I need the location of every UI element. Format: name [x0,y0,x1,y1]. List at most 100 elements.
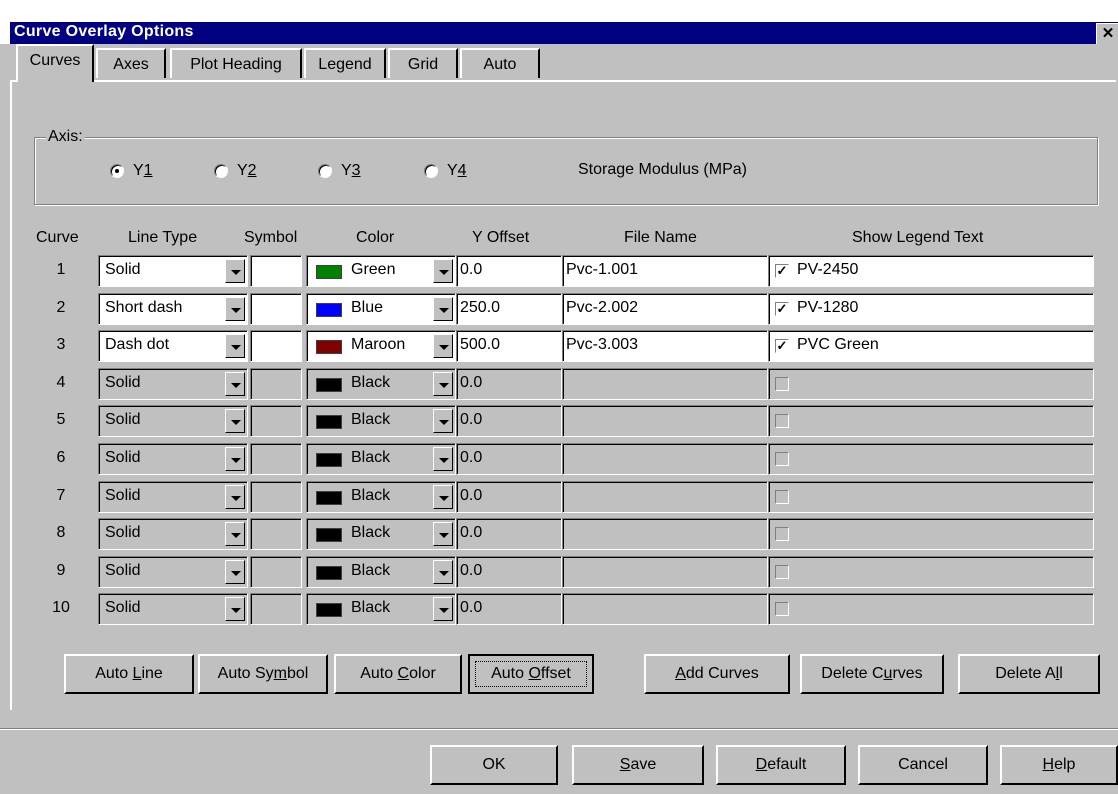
dropdown-arrow-icon[interactable] [433,334,453,358]
tab-grid[interactable]: Grid [388,48,458,78]
dropdown-arrow-icon[interactable] [225,447,245,471]
symbol-field[interactable] [250,405,302,437]
symbol-field[interactable] [250,556,302,588]
auto-symbol-button[interactable]: Auto Symbol [198,654,328,694]
line-type-dropdown[interactable]: Dash dot [98,330,248,362]
dropdown-arrow-icon[interactable] [433,372,453,396]
file-name-input[interactable] [562,518,768,550]
y-offset-input[interactable]: 0.0 [456,556,562,588]
dropdown-arrow-icon[interactable] [433,485,453,509]
radio-y3[interactable]: Y3 [318,162,361,180]
dropdown-arrow-icon[interactable] [225,297,245,321]
legend-text-field[interactable] [768,443,1094,475]
tab-curves[interactable]: Curves [16,44,94,82]
auto-line-button[interactable]: Auto Line [64,654,194,694]
symbol-field[interactable] [250,293,302,325]
legend-checkbox[interactable] [775,565,789,579]
legend-checkbox[interactable] [775,414,789,428]
color-dropdown[interactable]: Black [306,481,456,513]
ok-button[interactable]: OK [430,745,558,785]
legend-text-field[interactable]: ✓ PVC Green [768,330,1094,362]
color-dropdown[interactable]: Green [306,255,456,287]
dropdown-arrow-icon[interactable] [225,485,245,509]
legend-text-field[interactable] [768,556,1094,588]
tab-auto[interactable]: Auto [460,48,540,78]
line-type-dropdown[interactable]: Solid [98,518,248,550]
line-type-dropdown[interactable]: Solid [98,481,248,513]
y-offset-input[interactable]: 500.0 [456,330,562,362]
line-type-dropdown[interactable]: Short dash [98,293,248,325]
legend-checkbox[interactable] [775,602,789,616]
y-offset-input[interactable]: 250.0 [456,293,562,325]
symbol-field[interactable] [250,368,302,400]
radio-y2[interactable]: Y2 [214,162,257,180]
line-type-dropdown[interactable]: Solid [98,443,248,475]
dropdown-arrow-icon[interactable] [433,560,453,584]
legend-text-field[interactable] [768,481,1094,513]
legend-checkbox[interactable]: ✓ [775,339,789,353]
y-offset-input[interactable]: 0.0 [456,518,562,550]
legend-text-field[interactable]: ✓ PV-2450 [768,255,1094,287]
color-dropdown[interactable]: Black [306,556,456,588]
legend-text-field[interactable]: ✓ PV-1280 [768,293,1094,325]
file-name-input[interactable]: Pvc-2.002 [562,293,768,325]
auto-color-button[interactable]: Auto Color [334,654,462,694]
tab-axes[interactable]: Axes [96,48,166,78]
help-button[interactable]: Help [1000,745,1118,785]
y-offset-input[interactable]: 0.0 [456,443,562,475]
dropdown-arrow-icon[interactable] [433,597,453,621]
y-offset-input[interactable]: 0.0 [456,255,562,287]
tab-plot-heading[interactable]: Plot Heading [170,48,302,78]
line-type-dropdown[interactable]: Solid [98,593,248,625]
color-dropdown[interactable]: Blue [306,293,456,325]
file-name-input[interactable] [562,368,768,400]
file-name-input[interactable]: Pvc-3.003 [562,330,768,362]
delete-curves-button[interactable]: Delete Curves [800,654,944,694]
symbol-field[interactable] [250,255,302,287]
dropdown-arrow-icon[interactable] [433,522,453,546]
color-dropdown[interactable]: Black [306,405,456,437]
line-type-dropdown[interactable]: Solid [98,405,248,437]
color-dropdown[interactable]: Maroon [306,330,456,362]
dropdown-arrow-icon[interactable] [225,259,245,283]
dropdown-arrow-icon[interactable] [433,447,453,471]
legend-checkbox[interactable] [775,527,789,541]
radio-y4[interactable]: Y4 [424,162,467,180]
dropdown-arrow-icon[interactable] [433,259,453,283]
color-dropdown[interactable]: Black [306,368,456,400]
tab-legend[interactable]: Legend [304,48,386,78]
dropdown-arrow-icon[interactable] [225,522,245,546]
file-name-input[interactable] [562,405,768,437]
file-name-input[interactable] [562,481,768,513]
cancel-button[interactable]: Cancel [858,745,988,785]
symbol-field[interactable] [250,481,302,513]
dropdown-arrow-icon[interactable] [433,297,453,321]
auto-offset-button[interactable]: Auto Offset [468,654,594,694]
line-type-dropdown[interactable]: Solid [98,255,248,287]
close-button[interactable]: ✕ [1096,23,1118,44]
symbol-field[interactable] [250,518,302,550]
dropdown-arrow-icon[interactable] [225,372,245,396]
delete-all-button[interactable]: Delete All [958,654,1100,694]
file-name-input[interactable] [562,443,768,475]
color-dropdown[interactable]: Black [306,443,456,475]
legend-text-field[interactable] [768,368,1094,400]
dropdown-arrow-icon[interactable] [225,560,245,584]
line-type-dropdown[interactable]: Solid [98,368,248,400]
y-offset-input[interactable]: 0.0 [456,405,562,437]
color-dropdown[interactable]: Black [306,593,456,625]
symbol-field[interactable] [250,593,302,625]
dropdown-arrow-icon[interactable] [433,409,453,433]
y-offset-input[interactable]: 0.0 [456,593,562,625]
symbol-field[interactable] [250,443,302,475]
legend-text-field[interactable] [768,593,1094,625]
dropdown-arrow-icon[interactable] [225,409,245,433]
dropdown-arrow-icon[interactable] [225,334,245,358]
legend-text-field[interactable] [768,405,1094,437]
save-button[interactable]: Save [572,745,704,785]
default-button[interactable]: Default [716,745,846,785]
add-curves-button[interactable]: Add Curves [644,654,790,694]
legend-checkbox[interactable] [775,452,789,466]
file-name-input[interactable]: Pvc-1.001 [562,255,768,287]
legend-text-field[interactable] [768,518,1094,550]
